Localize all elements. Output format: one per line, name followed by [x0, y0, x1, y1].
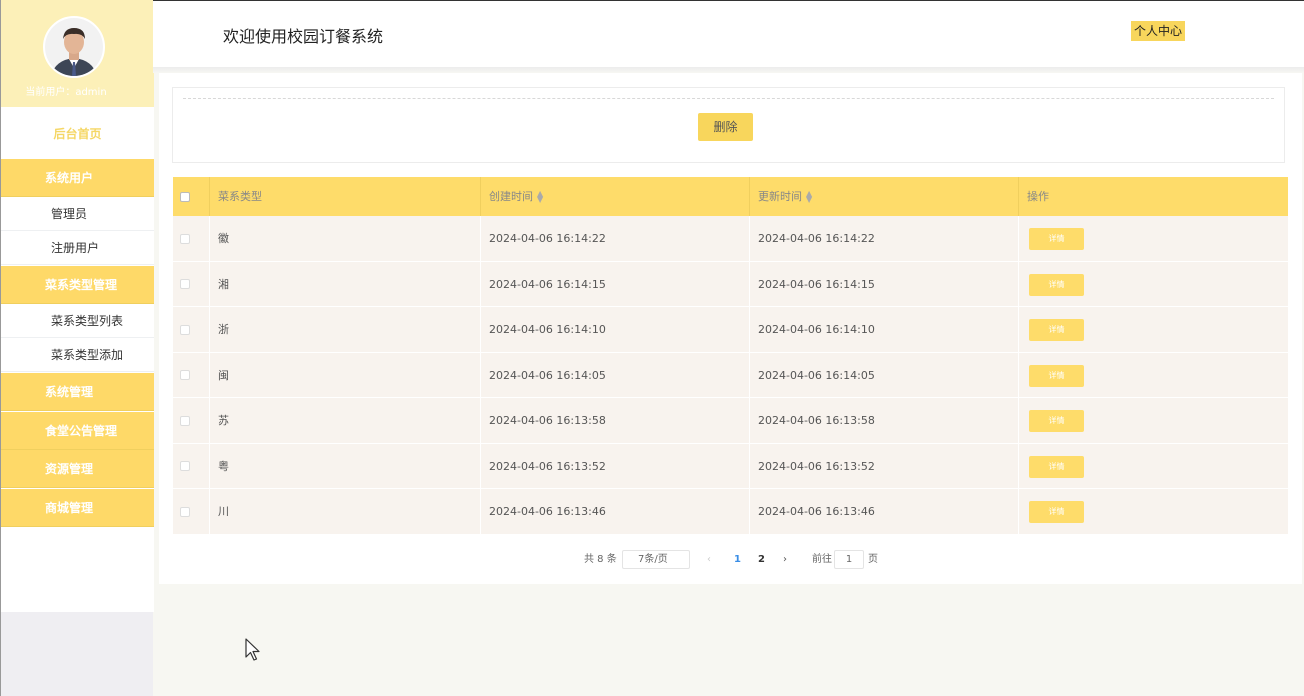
cell-created: 2024-04-06 16:13:52: [481, 443, 750, 489]
divider: [183, 98, 1274, 99]
pagination-total: 共 8 条: [584, 554, 617, 565]
cell-created: 2024-04-06 16:14:15: [481, 261, 750, 307]
menu-group-system-users[interactable]: 系统用户: [1, 159, 154, 197]
cell-actions: 详情: [1019, 444, 1288, 489]
action-bar: 删除: [172, 87, 1285, 163]
cuisine-type-table: 菜系类型 创建时间 ▲ ▼ 更新时间 ▲ ▼ 操作 徽 2024-04-06 16:14:…: [173, 177, 1288, 535]
cell-actions: 详情: [1019, 216, 1288, 261]
cell-actions: 详情: [1019, 489, 1288, 534]
row-checkbox[interactable]: [180, 415, 190, 426]
cell-created: 2024-04-06 16:14:22: [481, 216, 750, 261]
detail-button[interactable]: 详情: [1029, 410, 1084, 432]
sidebar: 当前用户：admin 后台首页 系统用户 管理员 注册用户 菜系类型管理 菜系类…: [0, 0, 154, 696]
cell-updated: 2024-04-06 16:14:05: [750, 352, 1019, 398]
menu-item-cuisine-list[interactable]: 菜系类型列表: [1, 304, 154, 338]
mouse-cursor-icon: [245, 638, 260, 661]
cell-type: 闽: [210, 352, 481, 398]
row-checkbox[interactable]: [180, 233, 190, 244]
cell-created: 2024-04-06 16:13:46: [481, 489, 750, 534]
table-row: 浙 2024-04-06 16:14:10 2024-04-06 16:14:10 详…: [173, 307, 1288, 353]
delete-button[interactable]: 删除: [698, 113, 753, 141]
row-checkbox-cell: [173, 352, 210, 398]
detail-button[interactable]: 详情: [1029, 273, 1084, 296]
select-all-checkbox[interactable]: [180, 191, 190, 202]
menu-group-system-management[interactable]: 系统管理: [1, 373, 154, 411]
detail-button[interactable]: 详情: [1029, 455, 1084, 478]
cell-type: 徽: [210, 216, 481, 261]
table-header: 菜系类型 创建时间 ▲ ▼ 更新时间 ▲ ▼ 操作: [173, 177, 1288, 216]
current-user-label: 当前用户：admin: [25, 87, 107, 98]
cell-created: 2024-04-06 16:13:58: [481, 398, 750, 443]
cell-updated: 2024-04-06 16:13:58: [750, 398, 1019, 443]
table-row: 川 2024-04-06 16:13:46 2024-04-06 16:13:46 详…: [173, 489, 1288, 535]
row-checkbox-cell: [173, 216, 210, 261]
page-2-button[interactable]: 2: [758, 550, 765, 570]
cell-type: 浙: [210, 307, 481, 352]
row-checkbox[interactable]: [180, 370, 190, 380]
header-checkbox-cell: [173, 177, 210, 216]
column-header-actions: 操作: [1027, 190, 1049, 203]
cell-actions: 详情: [1019, 262, 1288, 307]
page-title: 欢迎使用校园订餐系统: [223, 27, 384, 46]
cell-type: 川: [210, 489, 481, 534]
table-row: 湘 2024-04-06 16:14:15 2024-04-06 16:14:15 详…: [173, 261, 1288, 307]
cell-updated: 2024-04-06 16:14:15: [750, 261, 1019, 307]
row-checkbox-cell: [173, 398, 210, 443]
page-suffix-label: 页: [868, 554, 878, 565]
goto-label: 前往: [812, 554, 832, 565]
cell-updated: 2024-04-06 16:13:52: [750, 443, 1019, 489]
table-row: 徽 2024-04-06 16:14:22 2024-04-06 16:14:22 详…: [173, 216, 1288, 262]
column-header-type: 菜系类型: [210, 177, 481, 216]
menu-group-mall[interactable]: 商城管理: [1, 489, 154, 527]
menu-item-admins[interactable]: 管理员: [1, 197, 154, 231]
detail-button[interactable]: 详情: [1029, 364, 1084, 387]
goto-page-input[interactable]: 1: [834, 550, 864, 569]
cell-type: 粤: [210, 443, 481, 489]
row-checkbox-cell: [173, 307, 210, 352]
sort-icon[interactable]: ▲ ▼: [537, 190, 543, 204]
detail-button[interactable]: 详情: [1029, 319, 1084, 341]
cell-created: 2024-04-06 16:14:10: [481, 307, 750, 352]
cell-type: 湘: [210, 261, 481, 307]
column-header-updated[interactable]: 更新时间 ▲ ▼: [750, 177, 1019, 216]
table-row: 苏 2024-04-06 16:13:58 2024-04-06 16:13:58 详…: [173, 398, 1288, 444]
personal-center-link[interactable]: 个人中心: [1131, 21, 1186, 41]
next-page-button[interactable]: ›: [783, 550, 787, 570]
avatar[interactable]: [43, 16, 105, 78]
cell-created: 2024-04-06 16:14:05: [481, 352, 750, 398]
menu-group-cuisine-types[interactable]: 菜系类型管理: [1, 266, 154, 304]
row-checkbox[interactable]: [180, 279, 190, 289]
cell-actions: 详情: [1019, 353, 1288, 398]
menu-item-cuisine-add[interactable]: 菜系类型添加: [1, 338, 154, 372]
menu-item-registered-users[interactable]: 注册用户: [1, 231, 154, 265]
cell-actions: 详情: [1019, 307, 1288, 352]
row-checkbox[interactable]: [180, 506, 190, 517]
sort-icon[interactable]: ▲ ▼: [806, 190, 812, 204]
table-row: 粤 2024-04-06 16:13:52 2024-04-06 16:13:52 详…: [173, 443, 1288, 489]
cell-actions: 详情: [1019, 398, 1288, 443]
page-size-select[interactable]: 7条/页: [622, 550, 690, 569]
menu-home[interactable]: 后台首页: [1, 116, 154, 152]
detail-button[interactable]: 详情: [1029, 228, 1084, 250]
profile-panel: 当前用户：admin: [1, 0, 154, 107]
row-checkbox[interactable]: [180, 461, 190, 471]
cell-updated: 2024-04-06 16:13:46: [750, 489, 1019, 534]
row-checkbox[interactable]: [180, 324, 190, 335]
column-header-created[interactable]: 创建时间 ▲ ▼: [481, 177, 750, 216]
row-checkbox-cell: [173, 261, 210, 307]
cell-updated: 2024-04-06 16:14:22: [750, 216, 1019, 261]
table-body: 徽 2024-04-06 16:14:22 2024-04-06 16:14:22 详…: [173, 216, 1288, 535]
menu-group-canteen-notices[interactable]: 食堂公告管理: [1, 412, 154, 450]
menu-group-resources[interactable]: 资源管理: [1, 450, 154, 488]
row-checkbox-cell: [173, 443, 210, 489]
cell-updated: 2024-04-06 16:14:10: [750, 307, 1019, 352]
page-1-button[interactable]: 1: [734, 550, 741, 570]
row-checkbox-cell: [173, 489, 210, 534]
top-header: 欢迎使用校园订餐系统 个人中心: [153, 0, 1304, 67]
detail-button[interactable]: 详情: [1029, 501, 1084, 523]
main-panel: 删除 菜系类型 创建时间 ▲ ▼ 更新时间 ▲ ▼ 操作 徽 2024-04-06 16:…: [159, 73, 1302, 584]
table-row: 闽 2024-04-06 16:14:05 2024-04-06 16:14:05 详…: [173, 352, 1288, 398]
prev-page-button[interactable]: ‹: [707, 550, 711, 570]
cell-type: 苏: [210, 398, 481, 443]
